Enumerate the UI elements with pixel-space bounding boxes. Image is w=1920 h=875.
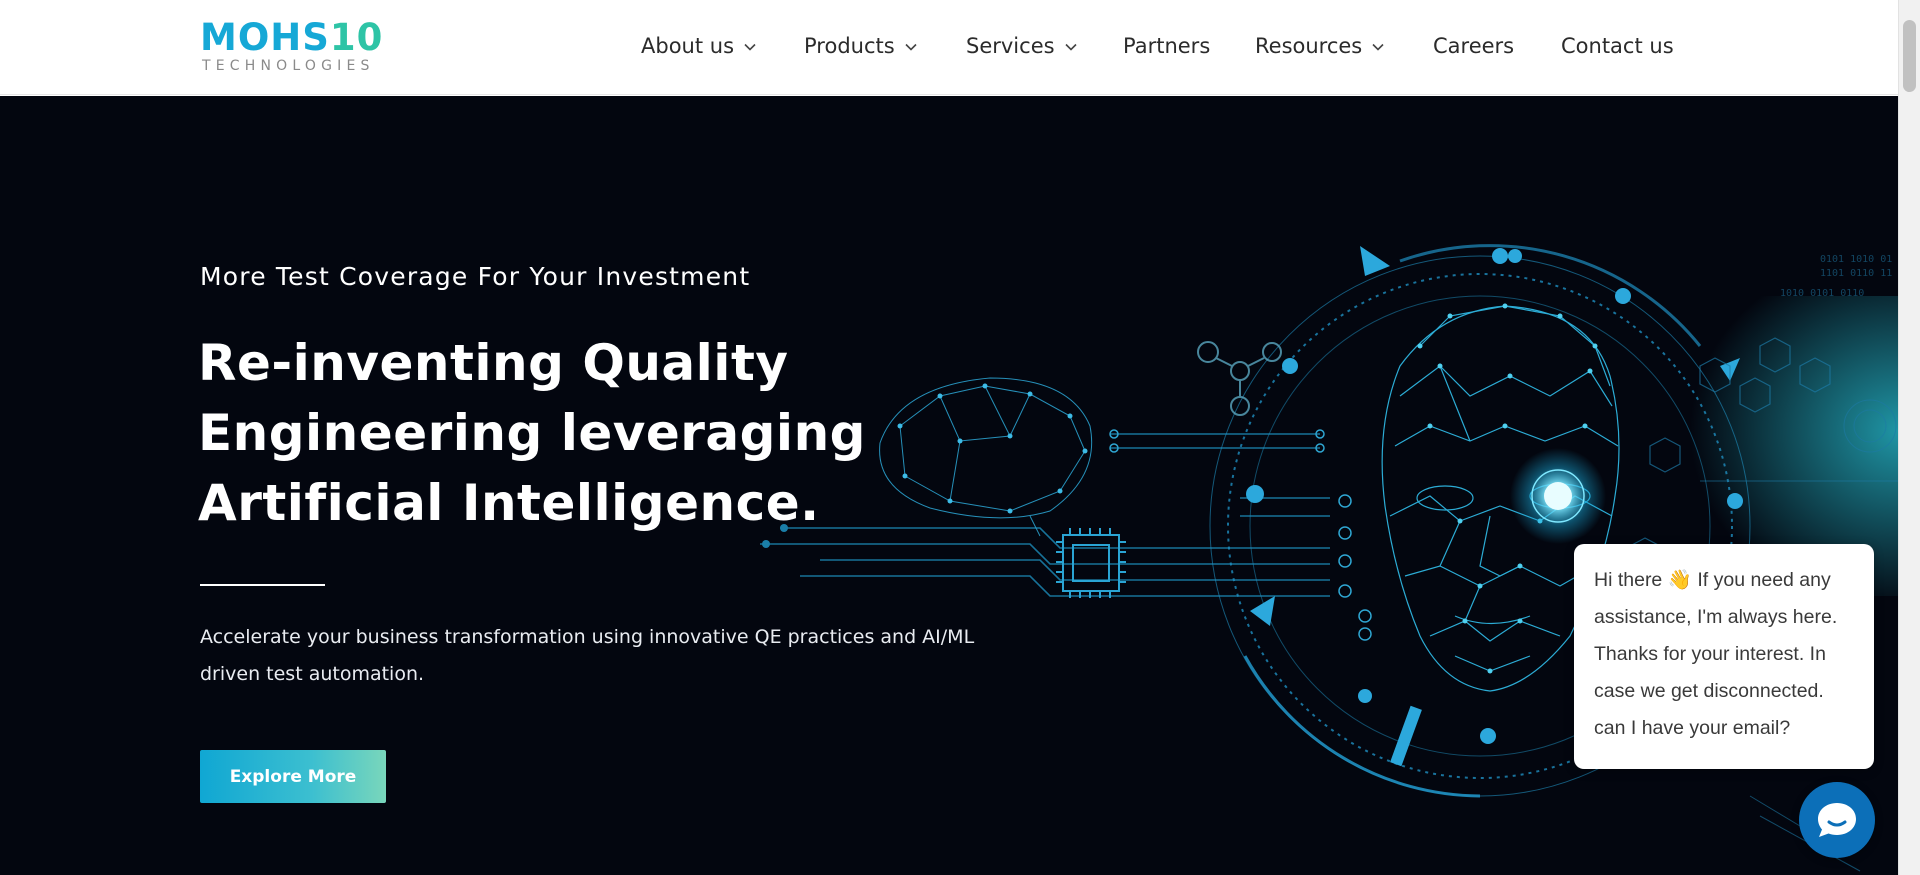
nav-label: Products <box>804 34 895 58</box>
chat-greeting-text: Hi there 👋 If you need any assistance, I… <box>1594 569 1838 739</box>
nav-label: Contact us <box>1561 34 1674 58</box>
chat-greeting-bubble[interactable]: Hi there 👋 If you need any assistance, I… <box>1574 544 1874 769</box>
headline-line: Re-inventing Quality <box>198 334 789 392</box>
logo-wordmark: MOHS10 <box>200 16 384 59</box>
site-header: MOHS10 TECHNOLOGIES About us Products Se… <box>0 0 1898 95</box>
company-logo[interactable]: MOHS10 TECHNOLOGIES <box>200 16 384 76</box>
headline-line: Engineering leveraging <box>198 404 866 462</box>
svg-text:1010 0101 0110: 1010 0101 0110 <box>1780 288 1864 299</box>
logo-subtitle: TECHNOLOGIES <box>202 58 375 74</box>
chevron-down-icon <box>905 43 917 51</box>
nav-products[interactable]: Products <box>804 34 918 58</box>
nav-about-us[interactable]: About us <box>641 34 757 58</box>
headline-line: Artificial Intelligence. <box>198 474 820 532</box>
nav-partners[interactable]: Partners <box>1123 34 1210 58</box>
nav-careers[interactable]: Careers <box>1433 34 1514 58</box>
nav-label: About us <box>641 34 735 58</box>
chat-launcher-button[interactable] <box>1799 782 1875 858</box>
nav-label: Partners <box>1123 34 1211 58</box>
hero-headline: Re-inventing Quality Engineering leverag… <box>198 328 918 538</box>
chevron-down-icon <box>1064 43 1077 51</box>
chat-icon <box>1818 803 1856 837</box>
headline-divider <box>200 584 325 586</box>
scrollbar-thumb[interactable] <box>1903 20 1916 92</box>
nav-label: Resources <box>1255 34 1363 58</box>
nav-resources[interactable]: Resources <box>1255 34 1385 58</box>
nav-label: Services <box>966 34 1055 58</box>
svg-text:0101 1010 01: 0101 1010 01 <box>1820 254 1892 265</box>
chevron-down-icon <box>1372 43 1384 51</box>
nav-label: Careers <box>1433 34 1515 58</box>
page-scrollbar[interactable] <box>1898 0 1920 875</box>
svg-text:1101 0110 11: 1101 0110 11 <box>1820 268 1892 279</box>
nav-services[interactable]: Services <box>966 34 1078 58</box>
chevron-down-icon <box>744 43 756 51</box>
hero-description: Accelerate your business transformation … <box>200 626 975 685</box>
hero-tagline: More Test Coverage For Your Investment <box>200 262 751 291</box>
explore-more-button[interactable]: Explore More <box>200 750 386 803</box>
nav-contact-us[interactable]: Contact us <box>1561 34 1674 58</box>
